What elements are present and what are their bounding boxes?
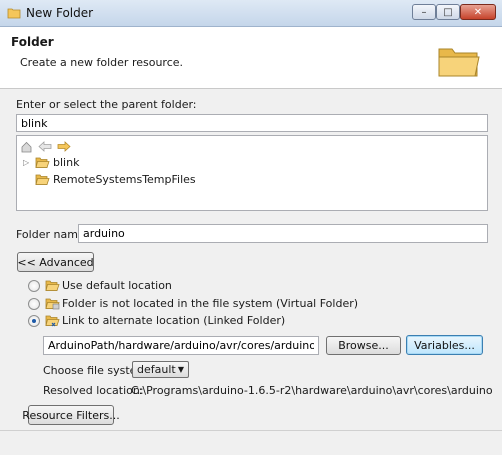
maximize-icon: □ (443, 6, 453, 18)
radio-label: Use default location (62, 279, 172, 292)
variables-button[interactable]: Variables... (406, 335, 483, 355)
forward-arrow-icon[interactable] (57, 140, 71, 153)
wizard-banner: Folder Create a new folder resource. (0, 27, 502, 89)
folder-icon (35, 174, 50, 185)
divider (0, 430, 502, 431)
parent-folder-label: Enter or select the parent folder: (16, 98, 197, 111)
advanced-button[interactable]: << Advanced (17, 252, 94, 272)
tree-item-remote-systems[interactable]: RemoteSystemsTempFiles (35, 173, 295, 187)
minimize-button[interactable]: – (412, 4, 436, 20)
resource-filters-button[interactable]: Resource Filters... (22, 405, 120, 425)
radio-button[interactable] (28, 280, 40, 292)
parent-folder-input[interactable] (16, 114, 488, 132)
tree-expand-icon[interactable]: ▷ (23, 158, 29, 167)
banner-description: Create a new folder resource. (20, 56, 184, 69)
file-system-select[interactable]: default ▼ (132, 361, 189, 378)
browse-button[interactable]: Browse... (326, 336, 401, 355)
resolved-location-label: Resolved location: (43, 384, 144, 397)
close-button[interactable]: ✕ (460, 4, 496, 20)
folder-name-input[interactable] (78, 224, 488, 243)
folder-tree[interactable]: ▷ blink RemoteSystemsTempFiles (16, 135, 488, 211)
virtual-folder-icon (45, 298, 60, 310)
radio-linked-folder[interactable]: Link to alternate location (Linked Folde… (28, 313, 368, 329)
file-system-value: default (137, 363, 176, 376)
radio-use-default-location[interactable]: Use default location (28, 278, 368, 294)
home-icon[interactable] (20, 140, 33, 153)
window-title: New Folder (26, 6, 94, 20)
radio-virtual-folder[interactable]: Folder is not located in the file system… (28, 296, 368, 312)
folder-icon (35, 157, 50, 168)
tree-item-blink[interactable]: blink (35, 156, 235, 170)
tree-item-label: RemoteSystemsTempFiles (53, 173, 196, 186)
tree-item-label: blink (53, 156, 80, 169)
app-folder-icon (7, 8, 21, 19)
back-arrow-icon[interactable] (38, 140, 52, 153)
resolved-location-value: C:\Programs\arduino-1.6.5-r2\hardware\ar… (131, 384, 493, 397)
minimize-icon: – (421, 6, 427, 18)
link-path-input[interactable] (43, 336, 319, 355)
close-icon: ✕ (473, 6, 483, 18)
radio-button-checked[interactable] (28, 315, 40, 327)
radio-button[interactable] (28, 298, 40, 310)
maximize-button[interactable]: □ (436, 4, 460, 20)
title-bar: New Folder – □ ✕ (0, 0, 502, 27)
radio-label: Folder is not located in the file system… (62, 297, 359, 310)
link-folder-icon (45, 315, 60, 327)
folder-icon (438, 48, 480, 77)
radio-label: Link to alternate location (Linked Folde… (62, 314, 286, 327)
folder-icon (45, 280, 60, 291)
banner-title: Folder (11, 35, 54, 49)
dropdown-arrow-icon: ▼ (177, 365, 184, 374)
